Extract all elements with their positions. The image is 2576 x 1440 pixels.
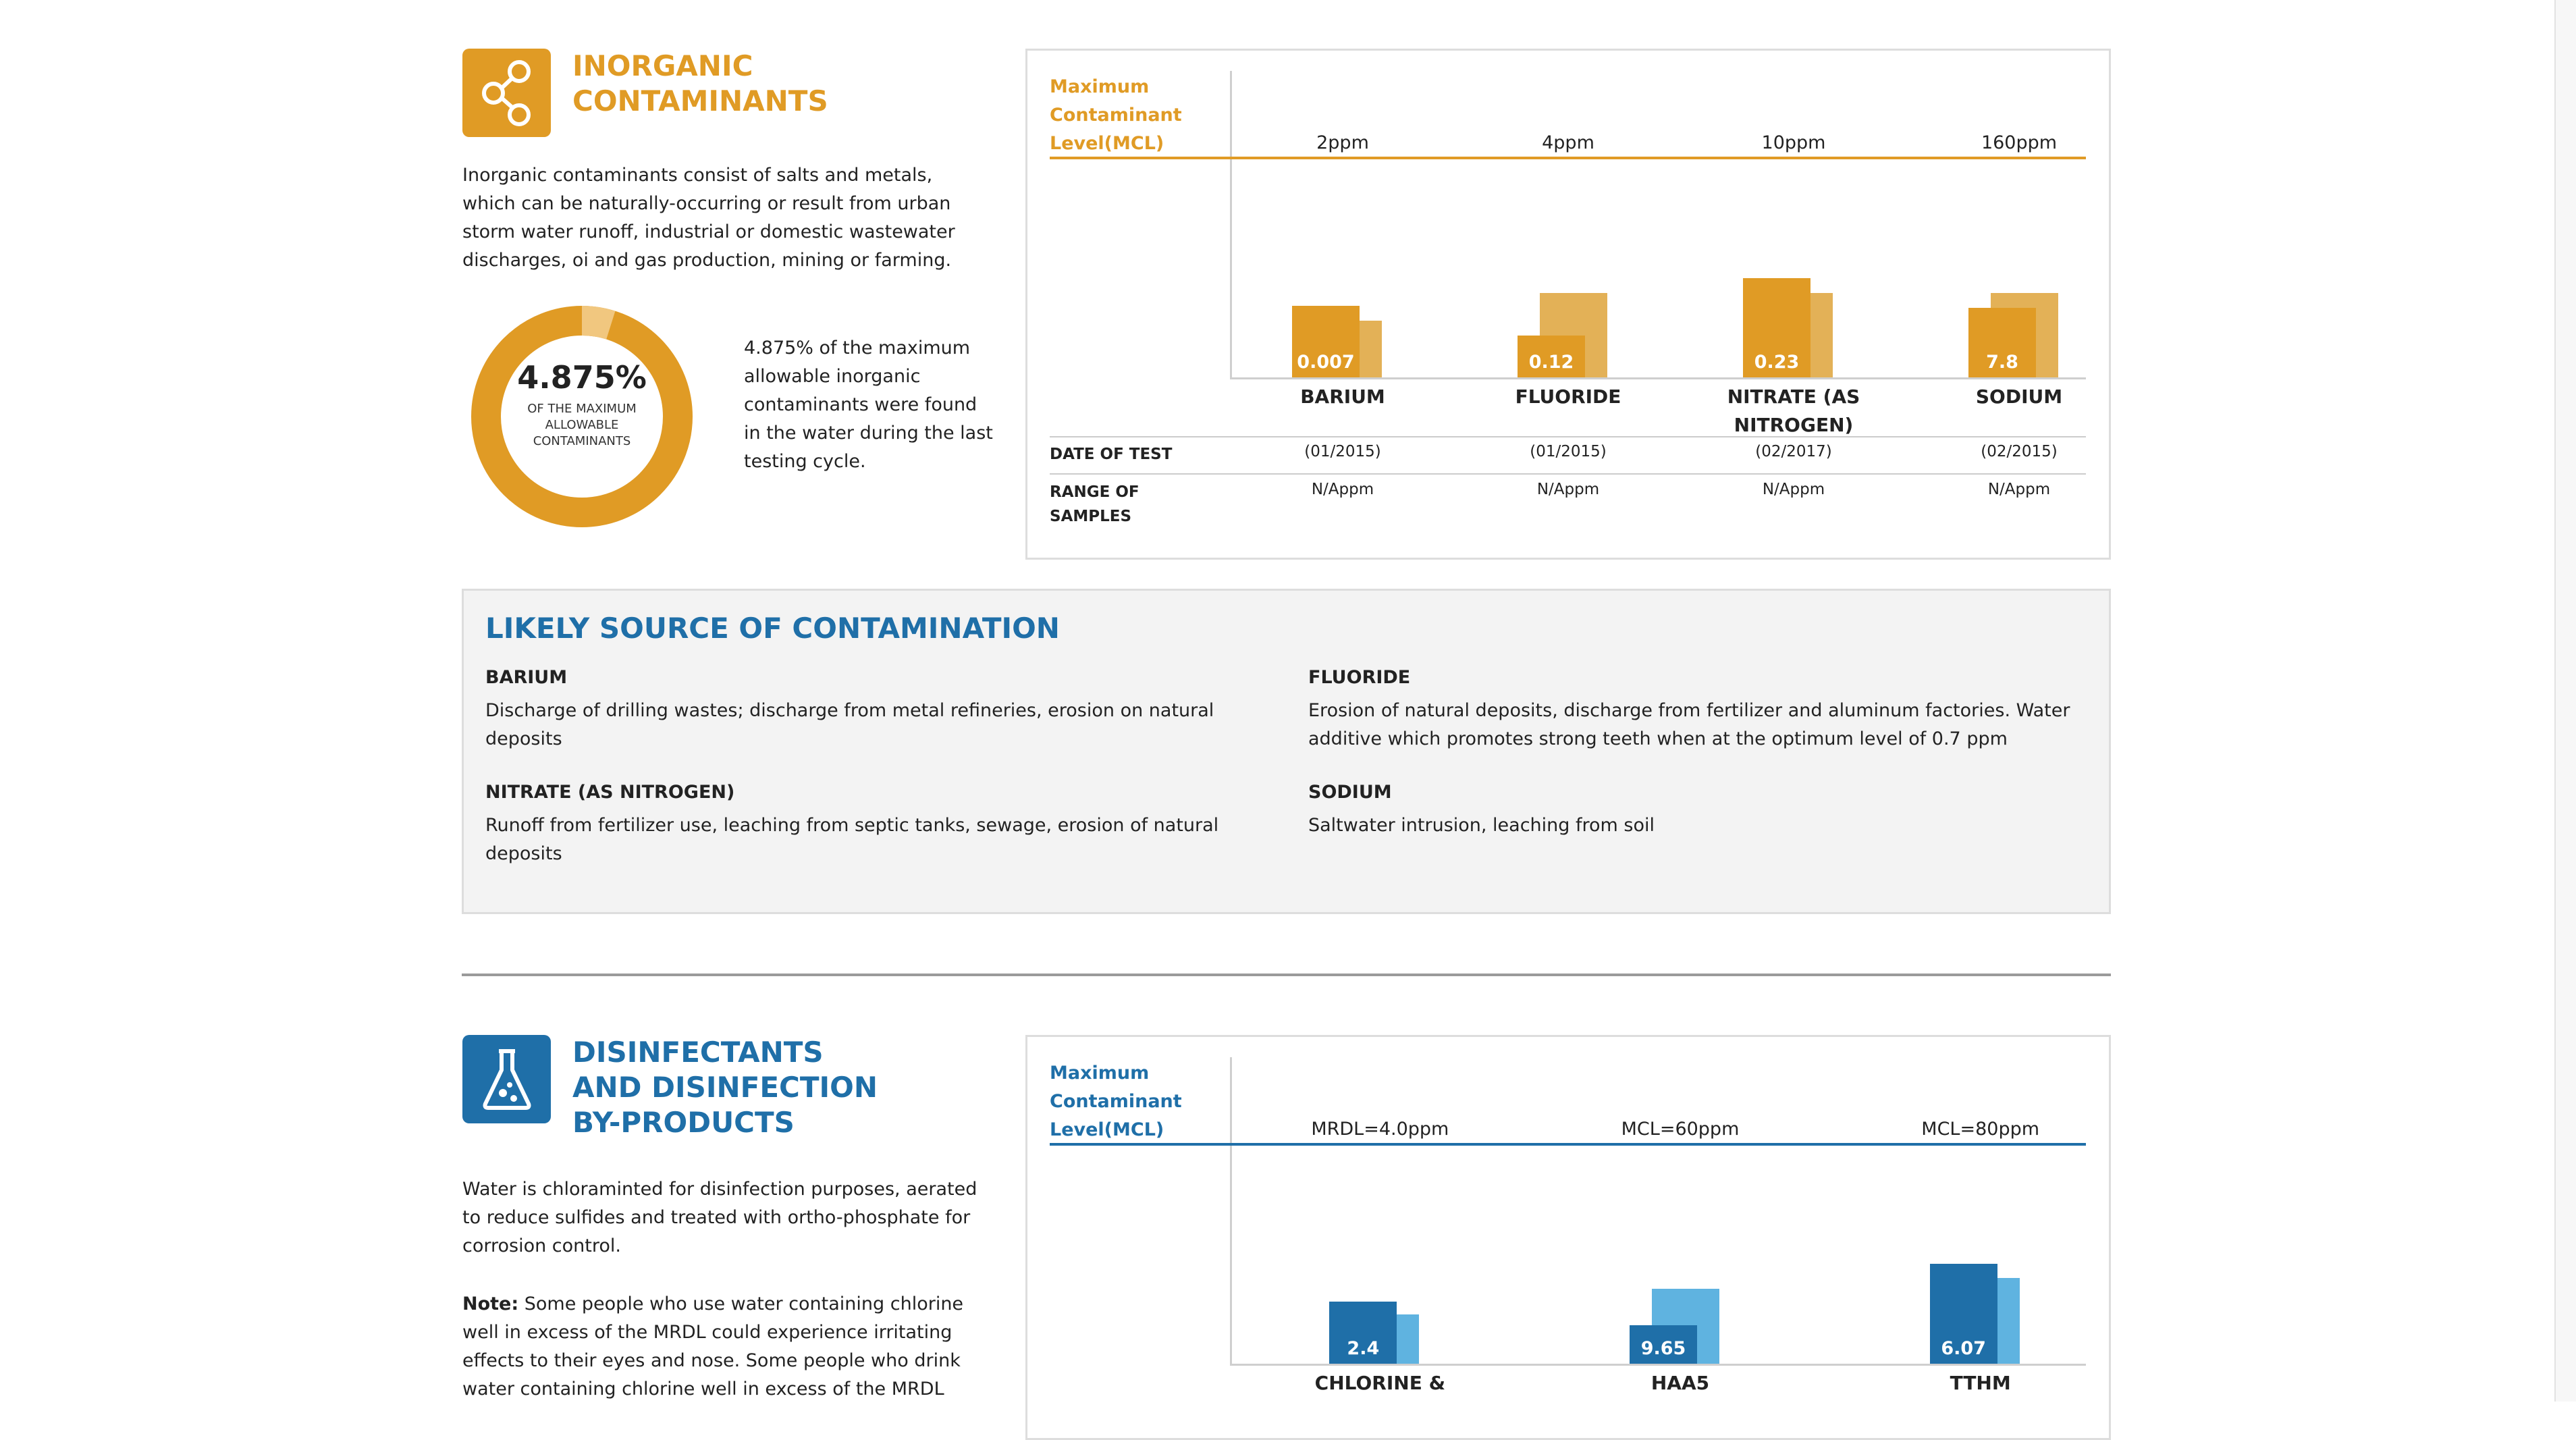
- chart-y-axis: [1230, 71, 1232, 378]
- range-of-samples-cell: N/Appm: [1762, 481, 1825, 498]
- date-of-test-label: DATE OF TEST: [1050, 446, 1173, 463]
- category-label: HAA5: [1651, 1372, 1710, 1394]
- mcl-limit-label: 10ppm: [1761, 132, 1826, 153]
- category-label: SODIUM: [1975, 385, 2063, 408]
- bar-value-label: 0.12: [1528, 352, 1574, 373]
- section-title: INORGANIC CONTAMINANTS: [572, 49, 828, 117]
- section-description: Inorganic contaminants consist of salts …: [462, 165, 955, 271]
- section-note: Note: Some people who use water containi…: [462, 1290, 989, 1404]
- mcl-limit-label: MRDL=4.0ppm: [1311, 1119, 1449, 1140]
- range-of-samples-label: RANGE OF SAMPLES: [1050, 483, 1139, 525]
- source-name-fluoride: FLUORIDE: [1308, 667, 1411, 688]
- bar-value-label: 6.07: [1941, 1338, 1986, 1359]
- source-name-barium: BARIUM: [485, 667, 568, 688]
- date-of-test-cell: (02/2017): [1755, 443, 1832, 460]
- mcl-limit-label: 4ppm: [1542, 132, 1594, 153]
- range-of-samples-cell: N/Appm: [1311, 481, 1374, 498]
- category-label: BARIUM: [1300, 385, 1385, 408]
- chart-baseline: [1230, 377, 2086, 379]
- bar-value-label: 2.4: [1347, 1338, 1380, 1359]
- chart-baseline: [1230, 1364, 2086, 1366]
- range-of-samples-cell: N/Appm: [1987, 481, 2051, 498]
- note-label: Note:: [462, 1294, 519, 1314]
- mcl-line: [1050, 1143, 2086, 1146]
- mcl-label: Maximum Contaminant Level(MCL): [1050, 76, 1182, 154]
- mcl-line: [1050, 157, 2086, 159]
- share-nodes-icon: [462, 49, 551, 137]
- contaminant-donut-chart: 4.875% OF THE MAXIMUM ALLOWABLE CONTAMIN…: [467, 302, 697, 531]
- source-text-sodium: Saltwater intrusion, leaching from soil: [1308, 815, 1655, 836]
- likely-source-title: LIKELY SOURCE OF CONTAMINATION: [485, 612, 1060, 645]
- bar-value-label: 9.65: [1640, 1338, 1686, 1359]
- source-text-fluoride: Erosion of natural deposits, discharge f…: [1308, 700, 2070, 749]
- section-title: DISINFECTANTS AND DISINFECTION BY-PRODUC…: [572, 1036, 878, 1139]
- bar-value-label: 0.007: [1297, 352, 1355, 373]
- mcl-limit-label: 160ppm: [1981, 132, 2058, 153]
- source-text-barium: Discharge of drilling wastes; discharge …: [485, 700, 1214, 749]
- donut-percent: 4.875%: [517, 359, 647, 396]
- note-text: Some people who use water containing chl…: [462, 1294, 964, 1399]
- chart-y-axis: [1230, 1057, 1232, 1364]
- category-label: NITRATE (AS NITROGEN): [1727, 385, 1860, 436]
- source-name-sodium: SODIUM: [1308, 782, 1392, 803]
- mcl-limit-label: 2ppm: [1316, 132, 1369, 153]
- range-of-samples-cell: N/Appm: [1536, 481, 1600, 498]
- section-divider: [462, 974, 2111, 976]
- bar-value-label: 0.23: [1754, 352, 1800, 373]
- category-label: TTHM: [1950, 1372, 2011, 1394]
- source-text-nitrate: Runoff from fertilizer use, leaching fro…: [485, 815, 1219, 864]
- source-name-nitrate: NITRATE (AS NITROGEN): [485, 782, 735, 803]
- page-scrollbar[interactable]: [2554, 0, 2576, 1402]
- category-label: FLUORIDE: [1515, 385, 1621, 408]
- mcl-limit-label: MCL=60ppm: [1621, 1119, 1740, 1140]
- donut-caption: OF THE MAXIMUM ALLOWABLE CONTAMINANTS: [527, 402, 637, 448]
- donut-note: 4.875% of the maximum allowable inorgani…: [744, 338, 993, 472]
- date-of-test-cell: (01/2015): [1530, 443, 1607, 460]
- table-divider: [1050, 473, 2086, 475]
- flask-icon: [462, 1035, 551, 1123]
- mcl-label: Maximum Contaminant Level(MCL): [1050, 1063, 1182, 1140]
- section-description: Water is chloraminted for disinfection p…: [462, 1179, 977, 1256]
- category-label: CHLORINE &: [1314, 1372, 1445, 1394]
- table-divider: [1050, 436, 2086, 437]
- date-of-test-cell: (01/2015): [1304, 443, 1381, 460]
- mcl-limit-label: MCL=80ppm: [1921, 1119, 2040, 1140]
- bar-value-label: 7.8: [1986, 352, 2018, 373]
- date-of-test-cell: (02/2015): [1981, 443, 2058, 460]
